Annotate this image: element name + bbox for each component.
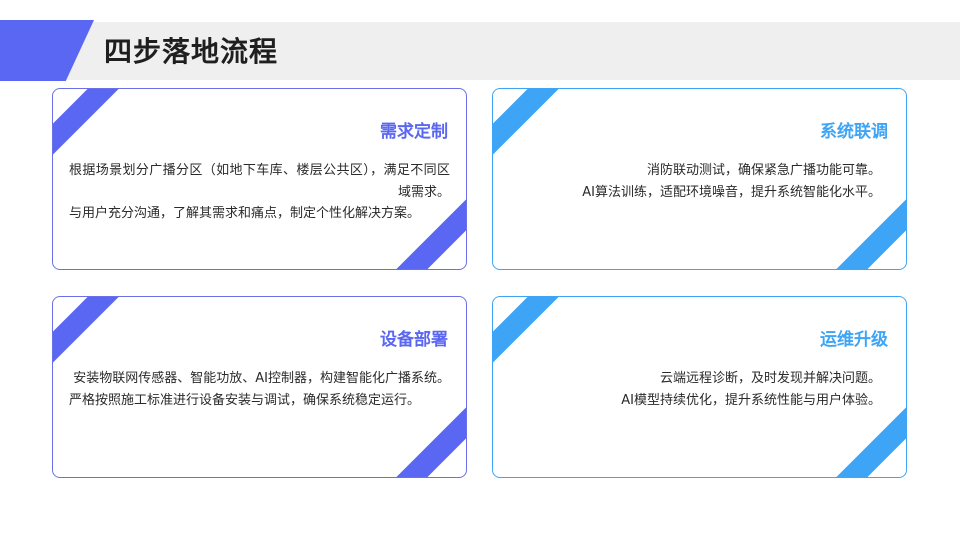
card-body: 云端远程诊断，及时发现并解决问题。 AI模型持续优化，提升系统性能与用户体验。: [509, 368, 881, 411]
card-requirements: 需求定制 根据场景划分广播分区（如地下车库、楼层公共区），满足不同区域需求。 与…: [52, 88, 467, 270]
page-title: 四步落地流程: [104, 35, 279, 68]
card-integration: 系统联调 消防联动测试，确保紧急广播功能可靠。 AI算法训练，适配环境噪音，提升…: [492, 88, 907, 270]
card-title: 系统联调: [820, 122, 888, 142]
decorative-stripe: [493, 89, 576, 164]
card-title: 需求定制: [380, 122, 448, 142]
decorative-stripe: [53, 297, 136, 372]
card-text-line: 云端远程诊断，及时发现并解决问题。: [659, 371, 881, 386]
card-text-line: 消防联动测试，确保紧急广播功能可靠。: [646, 163, 881, 178]
card-body: 安装物联网传感器、智能功放、AI控制器，构建智能化广播系统。 严格按照施工标准进…: [69, 368, 450, 411]
card-deployment: 设备部署 安装物联网传感器、智能功放、AI控制器，构建智能化广播系统。 严格按照…: [52, 296, 467, 478]
card-text-line: 与用户充分沟通，了解其需求和痛点，制定个性化解决方案。: [69, 206, 421, 221]
card-title: 设备部署: [380, 330, 448, 350]
card-text-line: 严格按照施工标准进行设备安装与调试，确保系统稳定运行。: [69, 392, 421, 408]
decorative-stripe: [493, 297, 576, 372]
decorative-stripe: [379, 402, 466, 477]
card-maintenance: 运维升级 云端远程诊断，及时发现并解决问题。 AI模型持续优化，提升系统性能与用…: [492, 296, 907, 478]
decorative-stripe: [819, 194, 906, 269]
decorative-stripe: [819, 402, 906, 477]
card-text-line: AI模型持续优化，提升系统性能与用户体验。: [621, 392, 881, 408]
card-body: 消防联动测试，确保紧急广播功能可靠。 AI算法训练，适配环境噪音，提升系统智能化…: [509, 160, 881, 203]
decorative-stripe: [53, 89, 136, 164]
card-text-line: AI算法训练，适配环境噪音，提升系统智能化水平。: [582, 184, 881, 200]
card-text-line: 根据场景划分广播分区（如地下车库、楼层公共区），满足不同区域需求。: [69, 163, 450, 200]
card-title: 运维升级: [820, 330, 888, 350]
card-text-line: 安装物联网传感器、智能功放、AI控制器，构建智能化广播系统。: [73, 371, 450, 386]
card-body: 根据场景划分广播分区（如地下车库、楼层公共区），满足不同区域需求。 与用户充分沟…: [69, 160, 450, 225]
